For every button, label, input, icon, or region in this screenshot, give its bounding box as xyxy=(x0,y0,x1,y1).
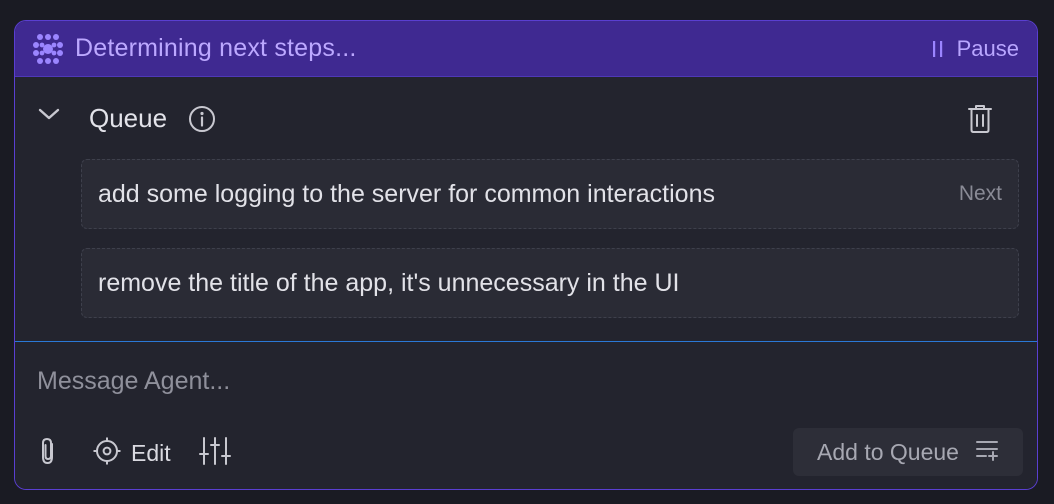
queue-header: Queue xyxy=(15,77,1037,147)
composer: Edit Add to Queue xyxy=(15,340,1037,489)
queue-item[interactable]: remove the title of the app, it's unnece… xyxy=(81,248,1019,318)
add-to-queue-label: Add to Queue xyxy=(817,438,959,465)
trash-icon[interactable] xyxy=(967,103,993,135)
queue-item-text: add some logging to the server for commo… xyxy=(98,179,715,208)
paperclip-icon xyxy=(37,436,59,471)
message-input[interactable] xyxy=(35,360,939,402)
add-to-queue-icon xyxy=(975,439,999,466)
agent-dots-icon xyxy=(31,32,65,66)
status-text: Determining next steps... xyxy=(75,34,357,62)
queue-item[interactable]: add some logging to the server for commo… xyxy=(81,159,1019,229)
next-badge: Next xyxy=(958,182,1002,205)
edit-button[interactable]: Edit xyxy=(93,437,171,470)
queue-item-text: remove the title of the app, it's unnece… xyxy=(98,268,680,297)
edit-label: Edit xyxy=(131,439,171,466)
pause-icon xyxy=(931,39,945,59)
sliders-icon xyxy=(199,436,231,471)
settings-button[interactable] xyxy=(199,436,231,471)
status-bar: Determining next steps... Pause xyxy=(15,21,1037,77)
agent-panel: Determining next steps... Pause Queue ad… xyxy=(14,20,1038,490)
attach-button[interactable] xyxy=(37,436,59,471)
pause-button[interactable]: Pause xyxy=(931,36,1019,62)
pause-label: Pause xyxy=(956,35,1019,61)
queue-title: Queue xyxy=(89,103,168,133)
chevron-down-icon[interactable] xyxy=(37,107,61,121)
add-to-queue-button[interactable]: Add to Queue xyxy=(793,428,1023,476)
info-icon[interactable] xyxy=(187,104,217,134)
crosshair-icon xyxy=(93,437,121,470)
